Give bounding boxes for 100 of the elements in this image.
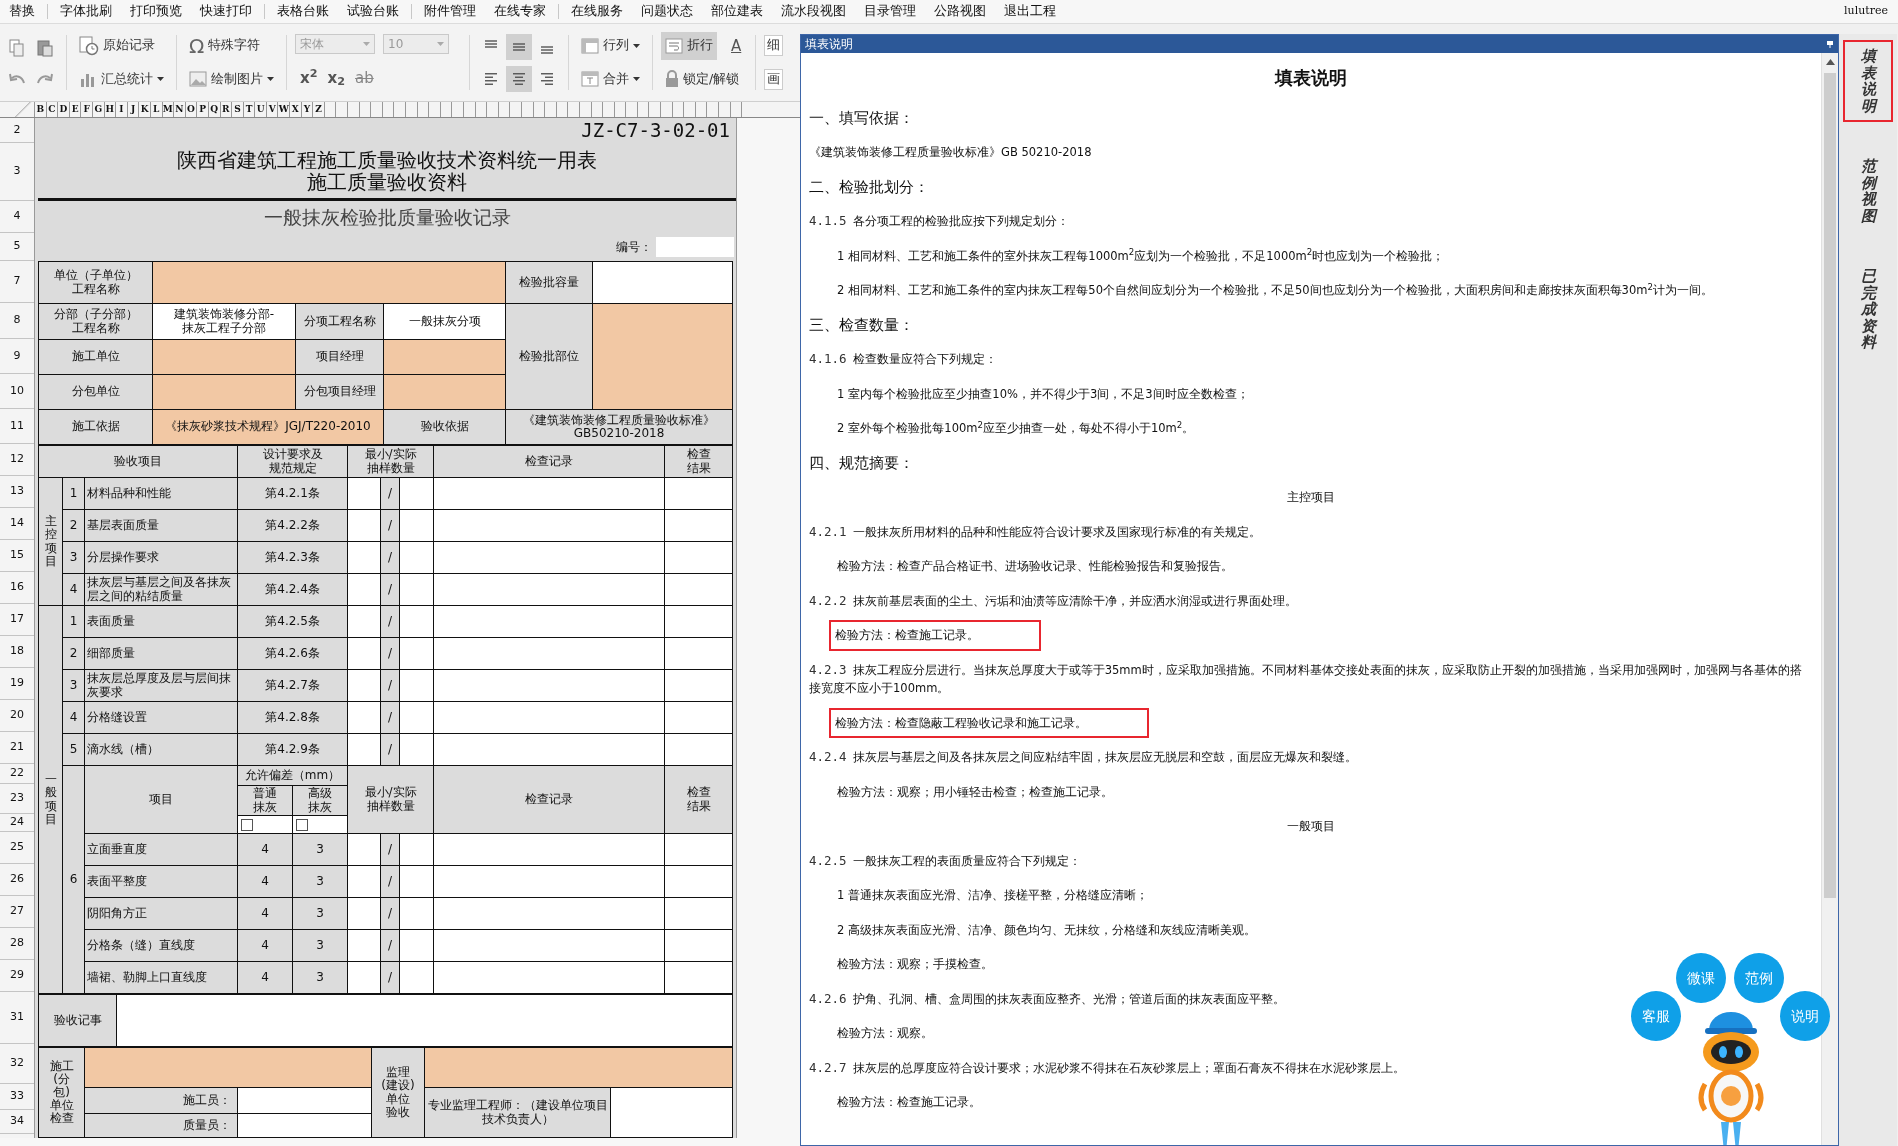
- menu-item[interactable]: 打印预览: [121, 0, 191, 23]
- input-field[interactable]: [664, 605, 733, 638]
- row-header[interactable]: 20: [0, 700, 34, 732]
- row-header[interactable]: 23: [0, 784, 34, 814]
- row-header[interactable]: 33: [0, 1084, 34, 1110]
- column-header[interactable]: N: [174, 102, 186, 117]
- row-header[interactable]: 17: [0, 604, 34, 636]
- row-header[interactable]: 2: [0, 118, 34, 143]
- input-field[interactable]: [664, 865, 733, 898]
- menu-item[interactable]: 替换: [0, 0, 44, 23]
- font-color-button[interactable]: A: [725, 34, 748, 57]
- column-header[interactable]: D: [58, 102, 70, 117]
- rows-columns-dropdown[interactable]: 行列: [577, 31, 644, 60]
- column-header[interactable]: H: [104, 102, 117, 117]
- row-header[interactable]: 21: [0, 732, 34, 764]
- row-header[interactable]: 12: [0, 444, 34, 476]
- side-tab[interactable]: 范例视图: [1843, 150, 1893, 232]
- input-field[interactable]: [433, 573, 665, 606]
- toolbar-label[interactable]: 画: [764, 68, 784, 90]
- row-header[interactable]: 14: [0, 508, 34, 540]
- row-header[interactable]: 29: [0, 960, 34, 992]
- row-header[interactable]: 26: [0, 864, 34, 896]
- align-button[interactable]: [506, 33, 532, 60]
- input-field[interactable]: [664, 929, 733, 962]
- align-button[interactable]: [506, 65, 532, 92]
- input-field[interactable]: [664, 961, 733, 994]
- input-field[interactable]: [433, 897, 665, 930]
- menu-item[interactable]: 快速打印: [191, 0, 261, 23]
- column-header[interactable]: I: [116, 102, 128, 117]
- input-field[interactable]: [664, 897, 733, 930]
- row-header[interactable]: 27: [0, 896, 34, 928]
- column-header[interactable]: M: [162, 102, 175, 117]
- row-header[interactable]: 25: [0, 832, 34, 864]
- row-header[interactable]: 28: [0, 928, 34, 960]
- input-field[interactable]: [664, 701, 733, 734]
- input-field[interactable]: [664, 477, 733, 510]
- input-field[interactable]: [664, 509, 733, 542]
- input-field[interactable]: [433, 669, 665, 702]
- input-field[interactable]: [433, 929, 665, 962]
- input-field[interactable]: [664, 833, 733, 866]
- scroll-up-icon[interactable]: [1825, 59, 1835, 65]
- side-tab[interactable]: 填表说明: [1843, 40, 1893, 122]
- column-header[interactable]: C: [46, 102, 59, 117]
- row-header[interactable]: 19: [0, 668, 34, 700]
- column-header[interactable]: U: [255, 102, 267, 117]
- column-header[interactable]: O: [185, 102, 198, 117]
- column-header[interactable]: Y: [301, 102, 314, 117]
- merge-dropdown[interactable]: 合并: [577, 65, 644, 94]
- input-field[interactable]: [424, 1047, 733, 1088]
- row-header[interactable]: 13: [0, 476, 34, 508]
- input-field[interactable]: [664, 669, 733, 702]
- column-header[interactable]: L: [150, 102, 163, 117]
- input-field[interactable]: [237, 1113, 372, 1138]
- row-header[interactable]: 4: [0, 201, 34, 233]
- row-header[interactable]: 10: [0, 374, 34, 409]
- row-header[interactable]: 18: [0, 636, 34, 668]
- row-header[interactable]: 5: [0, 233, 34, 261]
- row-header[interactable]: 22: [0, 764, 34, 784]
- input-field[interactable]: [433, 961, 665, 994]
- menu-item[interactable]: 附件管理: [415, 0, 485, 23]
- column-header[interactable]: E: [69, 102, 82, 117]
- summary-dropdown[interactable]: 汇总统计: [75, 65, 168, 94]
- menu-item[interactable]: 退出工程: [995, 0, 1065, 23]
- row-header[interactable]: 8: [0, 303, 34, 339]
- pin-icon[interactable]: [1826, 40, 1834, 48]
- menu-item[interactable]: 在线专家: [485, 0, 555, 23]
- column-header[interactable]: X: [290, 102, 302, 117]
- menu-item[interactable]: 在线服务: [562, 0, 632, 23]
- input-field[interactable]: [116, 994, 733, 1047]
- column-header[interactable]: S: [232, 102, 244, 117]
- input-field[interactable]: [592, 261, 733, 304]
- menu-item[interactable]: 字体批刷: [51, 0, 121, 23]
- menu-item[interactable]: 部位建表: [702, 0, 772, 23]
- column-header[interactable]: W: [278, 102, 291, 117]
- input-field[interactable]: [433, 541, 665, 574]
- column-header[interactable]: J: [127, 102, 140, 117]
- input-field[interactable]: [592, 303, 733, 410]
- input-field[interactable]: [152, 261, 506, 304]
- column-header[interactable]: Q: [208, 102, 221, 117]
- column-header[interactable]: R: [220, 102, 233, 117]
- row-header[interactable]: 31: [0, 992, 34, 1044]
- menu-item[interactable]: 目录管理: [855, 0, 925, 23]
- side-tab[interactable]: 已完成资料: [1843, 260, 1893, 359]
- input-field[interactable]: [664, 541, 733, 574]
- input-field[interactable]: 《抹灰砂浆技术规程》JGJ/T220-2010: [152, 409, 384, 445]
- menu-item[interactable]: 表格台账: [268, 0, 338, 23]
- input-field[interactable]: [664, 637, 733, 670]
- row-header[interactable]: 16: [0, 572, 34, 604]
- input-field[interactable]: [433, 833, 665, 866]
- input-field[interactable]: [664, 733, 733, 766]
- input-field[interactable]: [152, 339, 296, 375]
- number-field[interactable]: [656, 237, 734, 257]
- scrollbar-thumb[interactable]: [1824, 73, 1836, 898]
- wrap-text-button[interactable]: 折行: [661, 31, 717, 60]
- input-field[interactable]: [433, 509, 665, 542]
- subscript-button[interactable]: x$_{2}$: [322, 64, 351, 91]
- row-header[interactable]: 9: [0, 339, 34, 374]
- input-field[interactable]: [383, 374, 506, 410]
- menu-item[interactable]: 试验台账: [338, 0, 408, 23]
- superscript-button[interactable]: x$^{2}$: [295, 64, 323, 91]
